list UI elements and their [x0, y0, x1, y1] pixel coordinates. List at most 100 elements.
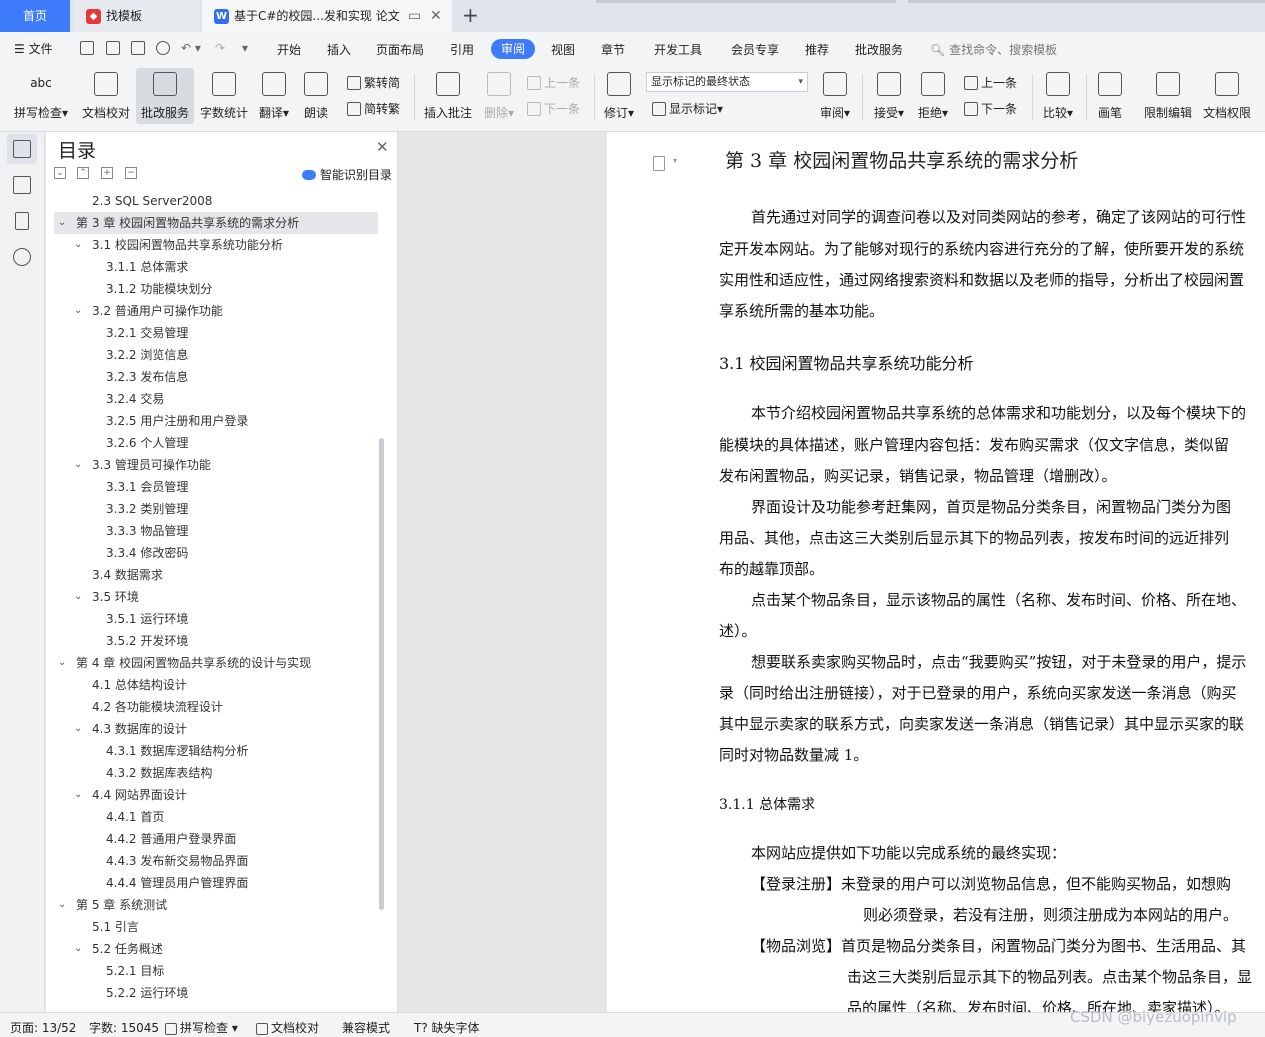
toc-item[interactable]: 4.4.1 首页: [46, 806, 378, 828]
toc-item[interactable]: ⌄ 5.2 任务概述: [46, 938, 378, 960]
toc-item[interactable]: 3.2.1 交易管理: [46, 322, 378, 344]
page-icon[interactable]: [653, 156, 665, 171]
delete-comment-button[interactable]: 删除▾: [480, 68, 518, 124]
remove-heading-icon[interactable]: −: [125, 167, 137, 179]
toc-item[interactable]: 4.3.1 数据库逻辑结构分析: [46, 740, 378, 762]
chevron-down-icon[interactable]: ⌄: [74, 718, 82, 740]
toc-item[interactable]: 3.2.5 用户注册和用户登录: [46, 410, 378, 432]
bookmark-icon[interactable]: [15, 212, 29, 230]
toc-item[interactable]: 3.5.2 开发环境: [46, 630, 378, 652]
toc-item[interactable]: 4.4.3 发布新交易物品界面: [46, 850, 378, 872]
simp-to-trad-button[interactable]: 简转繁: [347, 100, 400, 117]
pen-button[interactable]: 画笔: [1092, 68, 1128, 124]
prev-change-button[interactable]: 上一条: [964, 74, 1017, 91]
chevron-down-icon[interactable]: ⌄: [58, 212, 66, 234]
toc-item[interactable]: 3.1.1 总体需求: [46, 256, 378, 278]
insert-comment-button[interactable]: 插入批注: [420, 68, 476, 124]
compare-button[interactable]: 比较▾: [1038, 68, 1078, 124]
toc-item[interactable]: ⌄ 3.2 普通用户可操作功能: [46, 300, 378, 322]
menu-start[interactable]: 开始: [277, 41, 301, 58]
word-count-status[interactable]: 字数: 15045: [89, 1019, 159, 1036]
expand-up-icon[interactable]: ⌃: [77, 167, 89, 179]
print-preview-icon[interactable]: [156, 41, 170, 55]
toc-item[interactable]: 4.4.2 普通用户登录界面: [46, 828, 378, 850]
toc-item[interactable]: ⌄ 3.3 管理员可操作功能: [46, 454, 378, 476]
chevron-down-icon[interactable]: ⌄: [74, 784, 82, 806]
next-comment-button[interactable]: 下一条: [527, 100, 580, 117]
menu-references[interactable]: 引用: [450, 41, 474, 58]
toc-item[interactable]: 3.3.2 类别管理: [46, 498, 378, 520]
toc-item[interactable]: 4.3.2 数据库表结构: [46, 762, 378, 784]
spell-check-button[interactable]: abc 拼写检查▾: [10, 68, 72, 124]
toc-item[interactable]: 3.5.1 运行环境: [46, 608, 378, 630]
command-search[interactable]: 🔍︎ 查找命令、搜索模板: [930, 41, 1057, 58]
add-heading-icon[interactable]: +: [101, 167, 113, 179]
correction-service-button[interactable]: 批改服务: [136, 68, 194, 124]
menu-member[interactable]: 会员专享: [731, 41, 779, 58]
spell-check-status[interactable]: 拼写检查 ▾: [165, 1019, 238, 1036]
chapter-nav-icon[interactable]: [13, 176, 31, 194]
export-pdf-icon[interactable]: [106, 41, 120, 55]
toc-item[interactable]: 3.4 数据需求: [46, 564, 378, 586]
show-markup-button[interactable]: 显示标记▾: [652, 100, 723, 117]
reject-button[interactable]: 拒绝▾: [914, 68, 952, 124]
toc-item[interactable]: 4.2 各功能模块流程设计: [46, 696, 378, 718]
chevron-down-icon[interactable]: ⌄: [74, 300, 82, 322]
toc-item[interactable]: 3.2.3 发布信息: [46, 366, 378, 388]
track-changes-button[interactable]: 修订▾: [600, 68, 638, 124]
review-pane-button[interactable]: 审阅▾: [816, 68, 854, 124]
redo-icon[interactable]: ↷: [215, 41, 225, 55]
doc-permission-button[interactable]: 文档权限: [1200, 68, 1254, 124]
menu-page-layout[interactable]: 页面布局: [376, 41, 424, 58]
toc-item[interactable]: ⌄ 第 5 章 系统测试: [46, 894, 378, 916]
menu-section[interactable]: 章节: [601, 41, 625, 58]
document-page[interactable]: ▾ 第 3 章 校园闲置物品共享系统的需求分析 首先通过对同学的调查问卷以及对同…: [607, 132, 1265, 1012]
read-aloud-button[interactable]: 朗读: [298, 68, 334, 124]
markup-state-select[interactable]: 显示标记的最终状态 ▾: [646, 72, 808, 92]
toc-item[interactable]: 4.1 总体结构设计: [46, 674, 378, 696]
word-count-button[interactable]: 字数统计: [196, 68, 252, 124]
chevron-down-icon[interactable]: ⌄: [74, 938, 82, 960]
prev-comment-button[interactable]: 上一条: [527, 74, 580, 91]
missing-font-status[interactable]: T? 缺失字体: [414, 1019, 480, 1036]
toc-item[interactable]: ⌄ 4.4 网站界面设计: [46, 784, 378, 806]
chevron-down-icon[interactable]: ⌄: [58, 652, 66, 674]
toc-item[interactable]: 3.2.4 交易: [46, 388, 378, 410]
chevron-down-icon[interactable]: ▾: [673, 156, 677, 165]
toc-item[interactable]: ⌄ 第 3 章 校园闲置物品共享系统的需求分析: [54, 212, 378, 234]
doc-proof-button[interactable]: 文档校对: [78, 68, 134, 124]
menu-view[interactable]: 视图: [551, 41, 575, 58]
toc-item[interactable]: 3.2.6 个人管理: [46, 432, 378, 454]
toc-item[interactable]: 3.3.4 修改密码: [46, 542, 378, 564]
close-icon[interactable]: ✕: [376, 138, 389, 156]
toc-scrollbar[interactable]: [379, 438, 384, 910]
toc-item[interactable]: 5.1 引言: [46, 916, 378, 938]
toc-item[interactable]: ⌄ 3.1 校园闲置物品共享系统功能分析: [46, 234, 378, 256]
toc-item[interactable]: 2.3 SQL Server2008: [46, 190, 378, 212]
next-change-button[interactable]: 下一条: [964, 100, 1017, 117]
smart-toc-button[interactable]: 智能识别目录: [302, 166, 392, 183]
menu-correction-service[interactable]: 批改服务: [855, 41, 903, 58]
toc-item[interactable]: 4.4.4 管理员用户管理界面: [46, 872, 378, 894]
trad-to-simp-button[interactable]: 繁转简: [347, 74, 400, 91]
print-icon[interactable]: [131, 41, 145, 55]
quick-access-more-icon[interactable]: ▾: [242, 41, 248, 55]
tab-home[interactable]: 首页: [0, 0, 70, 32]
toc-item[interactable]: 5.2.1 目标: [46, 960, 378, 982]
translate-button[interactable]: 翻译▾: [254, 68, 294, 124]
toc-item[interactable]: 3.2.2 浏览信息: [46, 344, 378, 366]
chevron-down-icon[interactable]: ⌄: [74, 454, 82, 476]
tab-templates[interactable]: ◆ 找模板: [74, 0, 200, 32]
close-tab-icon[interactable]: ✕: [430, 0, 442, 32]
toc-item[interactable]: ⌄ 4.3 数据库的设计: [46, 718, 378, 740]
chevron-down-icon[interactable]: ⌄: [74, 234, 82, 256]
screen-icon[interactable]: ▭: [408, 0, 421, 32]
chevron-down-icon[interactable]: ⌄: [74, 586, 82, 608]
toc-item[interactable]: ⌄ 3.5 环境: [46, 586, 378, 608]
new-tab-button[interactable]: +: [462, 0, 479, 30]
toc-item[interactable]: 3.1.2 功能模块划分: [46, 278, 378, 300]
toc-item[interactable]: 3.3.1 会员管理: [46, 476, 378, 498]
restrict-editing-button[interactable]: 限制编辑: [1140, 68, 1196, 124]
toc-item[interactable]: 3.3.3 物品管理: [46, 520, 378, 542]
toc-item[interactable]: ⌄ 第 4 章 校园闲置物品共享系统的设计与实现: [46, 652, 378, 674]
